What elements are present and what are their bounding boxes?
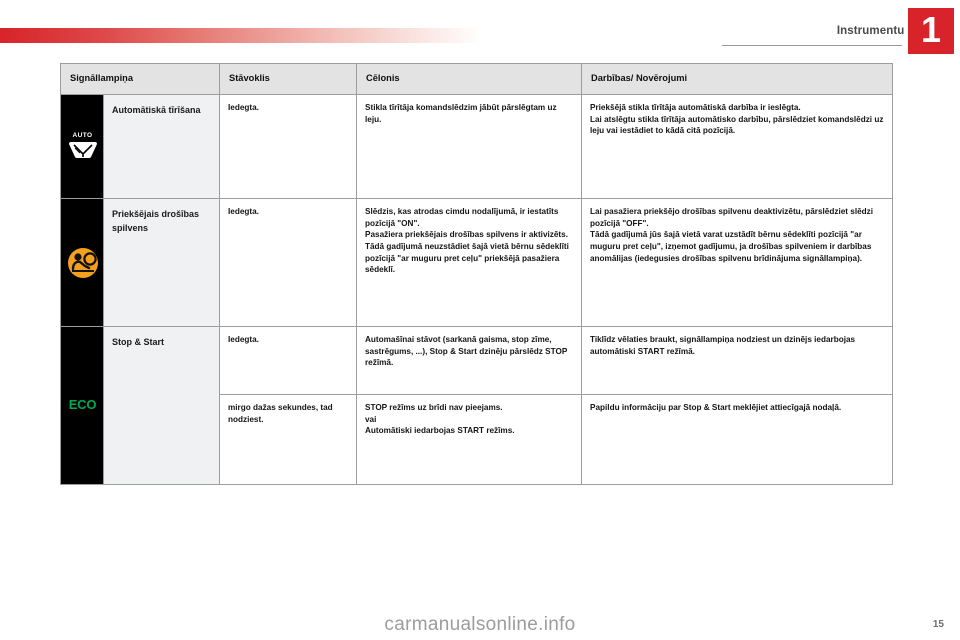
indicator-action: Tiklīdz vēlaties braukt, signāllampiņa n… — [581, 326, 893, 395]
indicator-action: Priekšējā stikla tīrītāja automātiskā da… — [581, 94, 893, 199]
chapter-number-badge: 1 — [908, 8, 954, 54]
front-airbag-icon — [61, 247, 104, 279]
table-row: AUTO Automātiskā tīrīšana Iedegta. Stikl… — [60, 94, 893, 199]
eco-stop-start-icon: ECO — [61, 396, 104, 414]
manual-page: Instrumentu panelis 1 Signāllampiņa Stāv… — [0, 0, 960, 640]
front-airbag-glyph — [67, 247, 98, 278]
indicator-name: Stop & Start — [103, 326, 220, 485]
indicator-name: Priekšējais drošības spilvens — [103, 198, 220, 327]
decorative-red-gradient-bar — [0, 28, 482, 43]
indicator-lights-table: Signāllampiņa Stāvoklis Cēlonis Darbības… — [60, 63, 893, 485]
indicator-name: Automātiskā tīrīšana — [103, 94, 220, 199]
column-header-cause: Cēlonis — [356, 63, 582, 95]
indicator-action: Lai pasažiera priekšējo drošības spilven… — [581, 198, 893, 327]
page-number: 15 — [932, 619, 944, 630]
indicator-cause: Stikla tīrītāja komandslēdzim jābūt pārs… — [356, 94, 582, 199]
site-watermark: carmanualsonline.info — [384, 614, 576, 635]
indicator-icon-cell: ECO — [60, 326, 104, 485]
column-header-indicator: Signāllampiņa — [60, 63, 220, 95]
indicator-cause: Slēdzis, kas atrodas cimdu nodalījumā, i… — [356, 198, 582, 327]
table-row: Priekšējais drošības spilvens Iedegta. S… — [60, 198, 893, 327]
indicator-cause: STOP režīms uz brīdi nav pieejams. vai A… — [356, 394, 582, 485]
indicator-state: Iedegta. — [219, 198, 357, 327]
column-header-state: Stāvoklis — [219, 63, 357, 95]
indicator-icon-cell: AUTO — [60, 94, 104, 199]
column-header-action: Darbības/ Novērojumi — [581, 63, 893, 95]
auto-wiper-icon-label: AUTO — [72, 131, 93, 139]
indicator-icon-cell — [60, 198, 104, 327]
indicator-state: Iedegta. — [219, 94, 357, 199]
indicator-state: mirgo dažas sekundes, tad nodziest. — [219, 394, 357, 485]
auto-wiper-icon: AUTO — [61, 131, 104, 161]
indicator-cause: Automašīnai stāvot (sarkanā gaisma, stop… — [356, 326, 582, 395]
table-row: ECO Stop & Start Iedegta. Automašīnai st… — [60, 326, 893, 485]
indicator-state: Iedegta. — [219, 326, 357, 395]
header-divider — [722, 45, 902, 46]
eco-icon-label: ECO — [68, 397, 97, 413]
table-header-row: Signāllampiņa Stāvoklis Cēlonis Darbības… — [60, 63, 893, 95]
indicator-action: Papildu informāciju par Stop & Start mek… — [581, 394, 893, 485]
windscreen-wiper-glyph — [68, 142, 97, 159]
